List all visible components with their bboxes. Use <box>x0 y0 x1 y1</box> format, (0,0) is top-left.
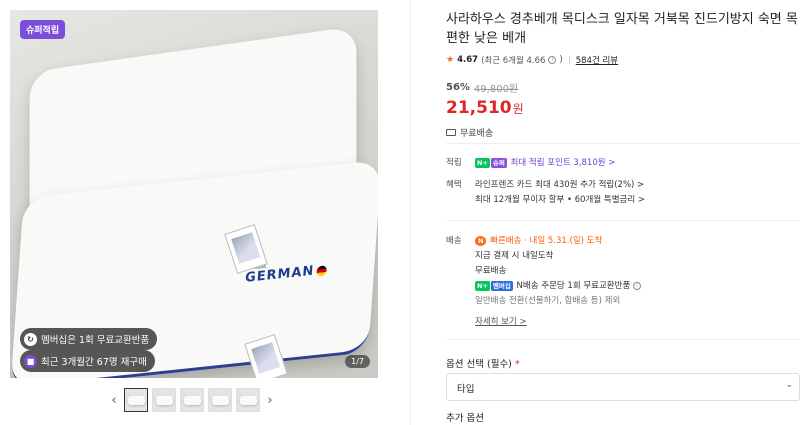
rating-separator <box>568 56 570 64</box>
extra-option-label: 추가 옵션 <box>446 413 484 424</box>
shipping-row: 무료배송 <box>446 126 800 139</box>
thumbnail-strip: ‹ › <box>108 388 276 412</box>
delivery-label: 배송 <box>446 236 462 246</box>
rating-row: ★ 4.67 (최근 6개월 4.66 i) 584건 리뷰 <box>446 54 800 66</box>
repurchase-pill: ■ 최근 3개월간 67명 재구매 <box>20 350 155 372</box>
super-chip: 슈퍼 <box>490 157 507 168</box>
delivery-line3: 무료배송 <box>475 266 507 276</box>
section-divider <box>446 220 800 221</box>
repurchase-icon: ■ <box>24 354 37 368</box>
fast-delivery-chip: N <box>475 235 487 246</box>
discount-rate: 56% <box>446 82 470 93</box>
required-mark: * <box>514 359 520 370</box>
product-info: 사라하우스 경추베개 목디스크 일자목 거북목 진드기방지 숙면 목편한 낮은 … <box>446 10 800 139</box>
delivery-row: 배송 N 빠른배송 · 내일 5.31.(일) 도착 지금 결제 시 내일도착 … <box>446 234 800 330</box>
see-more-link[interactable]: 자세히 보기 > <box>475 315 527 330</box>
max-points-link[interactable]: 최대 적립 포인트 3,810원 > <box>511 158 616 168</box>
review-count-link[interactable]: 584건 리뷰 <box>576 54 618 66</box>
brand-dot-icon <box>316 264 328 276</box>
rating-recent-close: ) <box>559 55 563 65</box>
installment-link[interactable]: 최대 12개월 무이자 할부 • 60개월 특별금리 > <box>475 195 645 205</box>
product-title: 사라하우스 경추베개 목디스크 일자목 거북목 진드기방지 숙면 목편한 낮은 … <box>446 12 798 46</box>
delivery-line5: 일반배송 전환(선물하기, 합배송 등) 제외 <box>475 296 621 306</box>
section-divider <box>446 339 800 340</box>
thumbnail-5[interactable] <box>236 388 260 412</box>
info-icon[interactable]: i <box>632 281 641 290</box>
thumbnail-2[interactable] <box>152 388 176 412</box>
image-pager: 1/7 <box>345 355 370 368</box>
card-points-link[interactable]: 라인프렌즈 카드 최대 430원 추가 적립(2%) > <box>475 180 644 190</box>
chevron-down-icon: ⌄ <box>785 380 793 390</box>
thumbnail-4[interactable] <box>208 388 232 412</box>
membership-icon: ↻ <box>24 332 37 346</box>
option-label: 옵션 선택 (필수) * <box>446 356 520 370</box>
price-row: 21,510 원 <box>446 98 800 118</box>
super-points-badge: 슈퍼적립 <box>20 20 66 39</box>
points-label: 적립 <box>446 158 462 168</box>
option-select[interactable]: 타입 ⌄ <box>446 373 800 401</box>
chevron-right-icon[interactable]: › <box>264 393 276 408</box>
original-price: 49,800원 <box>473 84 519 95</box>
points-row: 적립 N+ 슈퍼 최대 적립 포인트 3,810원 > <box>446 156 800 171</box>
rating-recent: (최근 6개월 4.66 <box>481 56 546 66</box>
chevron-left-icon[interactable]: ‹ <box>108 393 120 408</box>
delivery-line4: N배송 주문당 1회 무료교환반품 <box>516 281 631 291</box>
free-shipping-text: 무료배송 <box>460 129 494 139</box>
section-divider <box>446 143 800 144</box>
fast-delivery-text: 빠른배송 · 내일 5.31.(일) 도착 <box>490 236 603 246</box>
perks-row: 혜택 라인프렌즈 카드 최대 430원 추가 적립(2%) > 최대 12개월 … <box>446 178 800 208</box>
info-icon[interactable]: i <box>548 56 557 64</box>
thumbnail-3[interactable] <box>180 388 204 412</box>
discount-row: 56% 49,800원 <box>446 80 800 95</box>
rating-score: 4.67 <box>457 55 479 65</box>
sale-price: 21,510 <box>446 98 512 118</box>
perks-label: 혜택 <box>446 180 462 190</box>
star-icon: ★ <box>446 55 455 65</box>
membership-chip: 멤버십 <box>490 280 513 291</box>
option-select-value: 타입 <box>457 384 475 395</box>
repurchase-text: 최근 3개월간 67명 재구매 <box>41 357 147 368</box>
naver-plus-chip: N+ <box>475 280 490 291</box>
membership-return-pill: ↻ 멤버십은 1회 무료교환반품 <box>20 328 158 350</box>
naver-plus-chip: N+ <box>475 157 490 168</box>
currency-unit: 원 <box>512 102 524 116</box>
truck-icon <box>446 129 456 136</box>
product-main-image[interactable]: outlastGERMAN outlastGERMAN 슈퍼적립 ↻ 멤버십은 … <box>10 10 378 378</box>
option-label-text: 옵션 선택 (필수) <box>446 359 512 370</box>
delivery-line2: 지금 결제 시 내일도착 <box>475 251 554 261</box>
membership-return-text: 멤버십은 1회 무료교환반품 <box>41 335 150 346</box>
column-divider <box>410 0 411 425</box>
thumbnail-1[interactable] <box>124 388 148 412</box>
